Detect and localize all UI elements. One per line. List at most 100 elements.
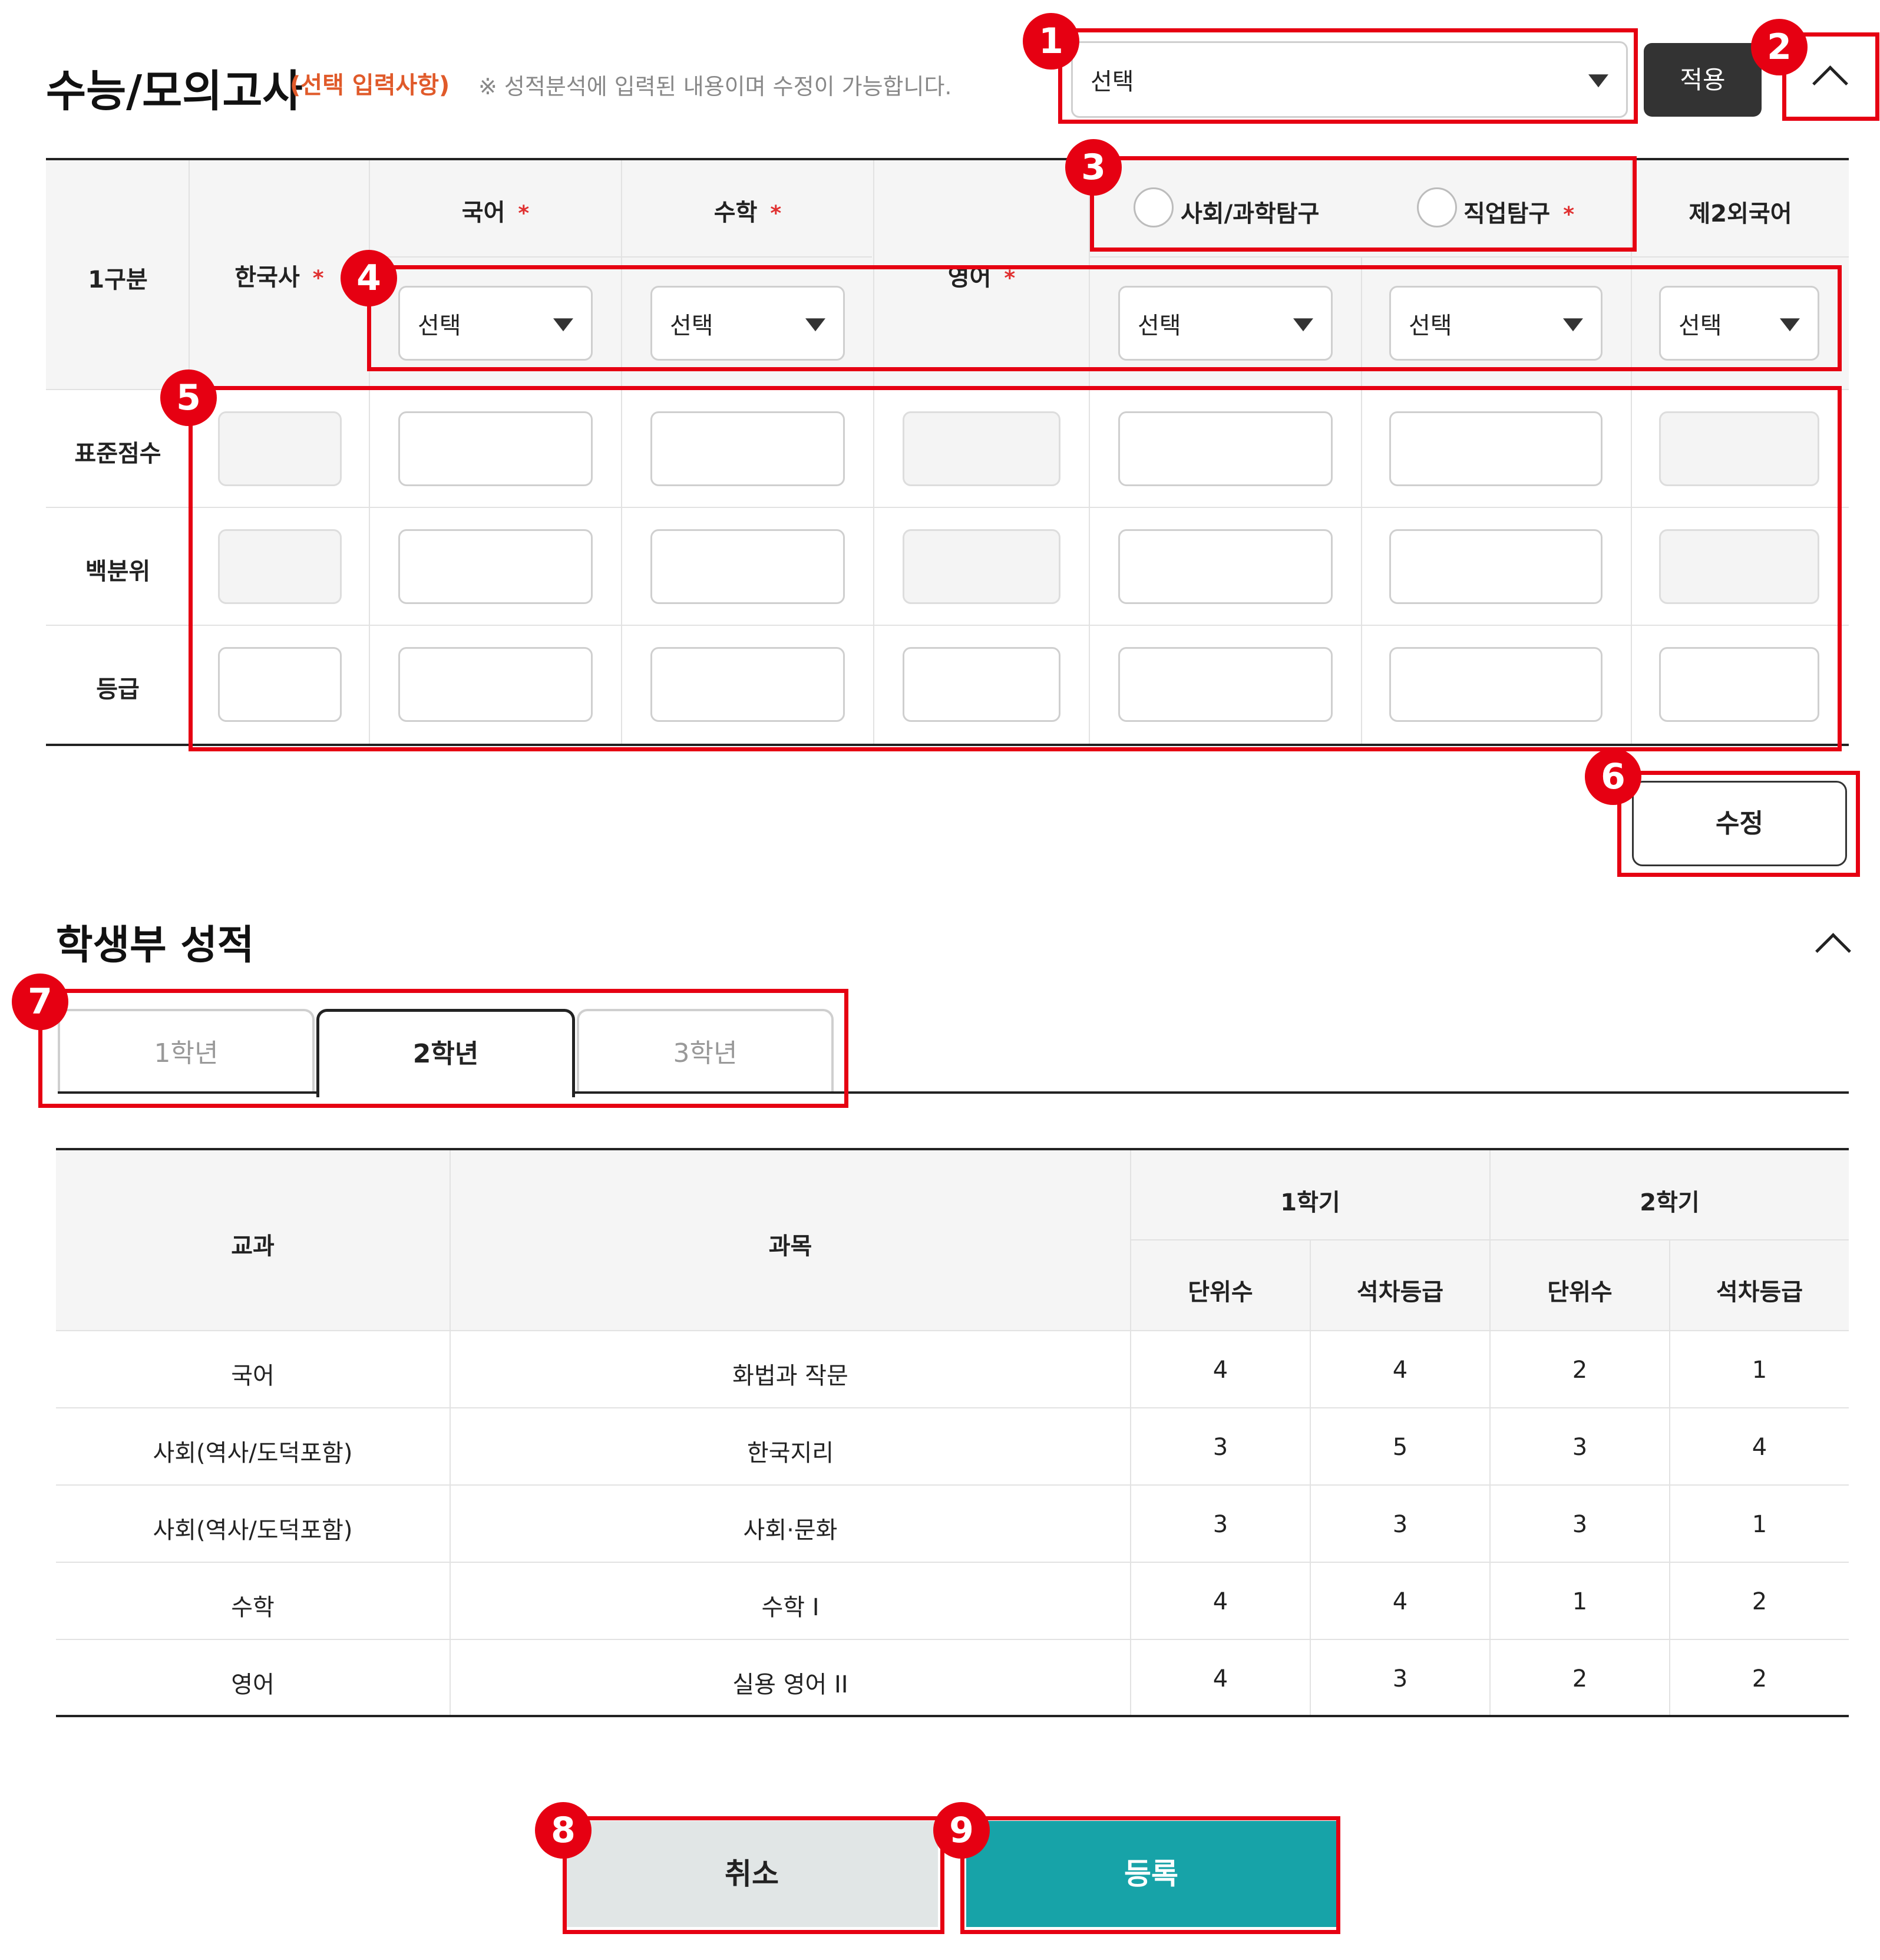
cell-group: 사회(역사/도덕포함) [153, 1440, 353, 1467]
score-input [903, 411, 1060, 486]
cell-s1-rank: 3 [1392, 1665, 1408, 1692]
exam-select[interactable]: 선택 [1071, 41, 1628, 118]
tab-grade-2[interactable]: 2학년 [316, 1009, 575, 1097]
row-divider [1090, 256, 1849, 258]
col-divider [873, 160, 874, 744]
grade-input[interactable] [1659, 647, 1819, 722]
percentile-input[interactable] [650, 529, 845, 604]
radio-vocational[interactable] [1417, 187, 1457, 227]
cell-subject: 수학 I [761, 1594, 820, 1621]
cell-subject: 사회·문화 [743, 1517, 838, 1544]
select-math[interactable]: 선택 [650, 286, 845, 361]
col-header-subject-group: 교과 [231, 1233, 275, 1260]
annotation-badge-3: 3 [1065, 139, 1122, 196]
suneung-table-bottom-border [46, 744, 1849, 746]
select-second-foreign[interactable]: 선택 [1659, 286, 1819, 361]
col-divider [369, 160, 370, 744]
suneung-title: 수능/모의고사 [46, 66, 303, 117]
row-divider [56, 1484, 1849, 1486]
annotation-badge-8: 8 [535, 1802, 592, 1859]
tab-grade-3[interactable]: 3학년 [577, 1009, 834, 1093]
cell-s2-rank: 4 [1752, 1434, 1767, 1461]
grade-input[interactable] [398, 647, 593, 722]
select-inquiry-2-value: 선택 [1409, 312, 1452, 339]
percentile-input[interactable] [1118, 529, 1333, 604]
radio-social-science[interactable] [1134, 187, 1174, 227]
col-divider [1489, 1150, 1491, 1715]
row-label-grade: 등급 [96, 676, 140, 703]
submit-button[interactable]: 등록 [966, 1821, 1336, 1927]
chevron-up-icon [1812, 65, 1848, 101]
col-header-s2-rank: 석차등급 [1716, 1279, 1803, 1306]
select-inquiry-1[interactable]: 선택 [1118, 286, 1333, 361]
score-input[interactable] [650, 411, 845, 486]
row-divider [46, 507, 1849, 508]
suneung-subtitle: (선택 입력사항) [290, 72, 450, 99]
cell-s1-rank: 4 [1392, 1588, 1408, 1615]
label-vocational: 직업탐구 * [1463, 200, 1575, 227]
annotation-badge-6: 6 [1585, 748, 1641, 805]
cell-s1-units: 3 [1212, 1434, 1228, 1461]
annotation-badge-9: 9 [933, 1802, 990, 1859]
select-inquiry-2[interactable]: 선택 [1389, 286, 1603, 361]
select-inquiry-1-value: 선택 [1138, 312, 1181, 339]
cell-s2-rank: 2 [1752, 1588, 1767, 1615]
record-collapse-button[interactable] [1803, 913, 1862, 972]
col-header-semester-2: 2학기 [1640, 1189, 1700, 1216]
col-divider [1130, 1150, 1131, 1715]
grade-input[interactable] [1118, 647, 1333, 722]
col-header-s1-rank: 석차등급 [1356, 1279, 1444, 1306]
score-input[interactable] [1118, 411, 1333, 486]
cell-s2-units: 2 [1572, 1665, 1588, 1692]
score-input [1659, 411, 1819, 486]
percentile-input[interactable] [398, 529, 593, 604]
score-input [218, 411, 342, 486]
row-divider [46, 625, 1849, 626]
suneung-note: ※ 성적분석에 입력된 내용이며 수정이 가능합니다. [478, 74, 952, 100]
col-header-s2-units: 단위수 [1547, 1279, 1613, 1306]
col-header-subject: 과목 [768, 1233, 812, 1260]
record-table-bottom-border [56, 1715, 1849, 1717]
chevron-down-icon [1588, 74, 1608, 88]
label-social-science: 사회/과학탐구 [1181, 200, 1320, 227]
cell-s2-rank: 2 [1752, 1665, 1767, 1692]
score-input[interactable] [398, 411, 593, 486]
tab-grade-1[interactable]: 1학년 [58, 1009, 315, 1093]
row-divider [56, 1407, 1849, 1408]
cell-group: 사회(역사/도덕포함) [153, 1517, 353, 1544]
cell-s1-units: 4 [1212, 1665, 1228, 1692]
cell-s2-rank: 1 [1752, 1511, 1767, 1538]
col-divider [621, 160, 622, 744]
cell-s1-rank: 5 [1392, 1434, 1408, 1461]
col-header-semester-1: 1학기 [1280, 1189, 1340, 1216]
percentile-input [1659, 529, 1819, 604]
grade-input[interactable] [218, 647, 342, 722]
col-header-second-foreign: 제2외국어 [1689, 200, 1792, 227]
annotation-badge-4: 4 [341, 250, 397, 306]
apply-button[interactable]: 적용 [1644, 43, 1762, 117]
col-divider [1310, 1240, 1311, 1715]
chevron-down-icon [1563, 318, 1583, 331]
exam-select-value: 선택 [1091, 68, 1134, 95]
grade-input[interactable] [1389, 647, 1603, 722]
select-korean[interactable]: 선택 [398, 286, 593, 361]
grade-input[interactable] [903, 647, 1060, 722]
cell-group: 수학 [231, 1594, 275, 1621]
cell-s1-rank: 3 [1392, 1511, 1408, 1538]
row-label-standard-score: 표준점수 [74, 440, 161, 467]
percentile-input[interactable] [1389, 529, 1603, 604]
edit-button[interactable]: 수정 [1632, 781, 1847, 866]
annotation-badge-7: 7 [12, 974, 68, 1030]
cell-s1-rank: 4 [1392, 1357, 1408, 1384]
annotation-badge-5: 5 [160, 369, 217, 426]
grade-input[interactable] [650, 647, 845, 722]
cell-s2-units: 3 [1572, 1511, 1588, 1538]
cancel-button[interactable]: 취소 [566, 1821, 938, 1927]
col-header-math: 수학 * [713, 199, 782, 226]
col-divider [1631, 160, 1632, 744]
cell-s1-units: 4 [1212, 1357, 1228, 1384]
score-input[interactable] [1389, 411, 1603, 486]
col-header-category: 1구분 [88, 266, 148, 293]
cell-s2-units: 3 [1572, 1434, 1588, 1461]
chevron-down-icon [1780, 318, 1800, 331]
